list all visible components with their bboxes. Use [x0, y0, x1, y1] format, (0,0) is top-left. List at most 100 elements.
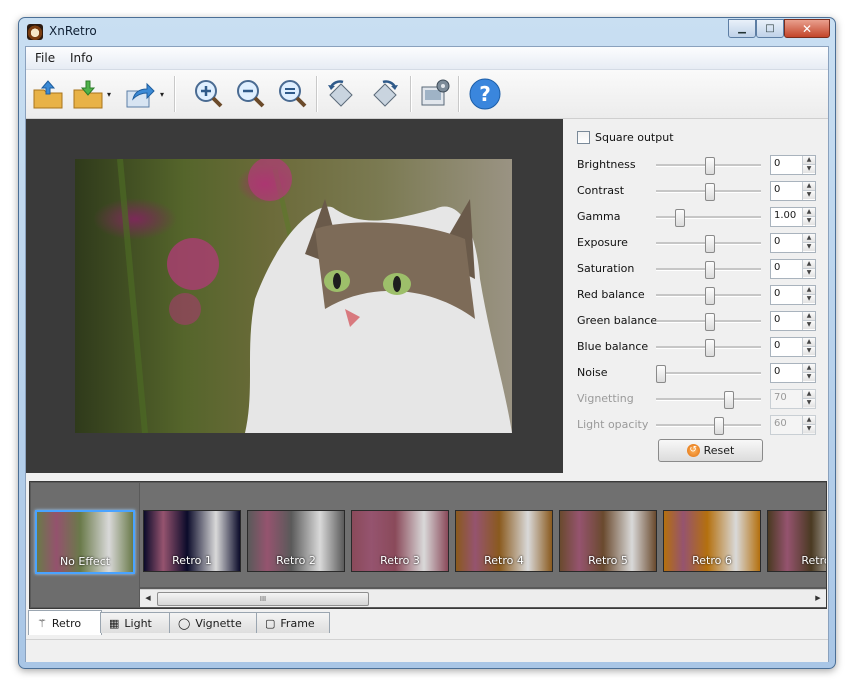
- slider-thumb[interactable]: [705, 313, 715, 331]
- spinbox-arrows: ▲ ▼: [802, 416, 815, 434]
- effect-thumbnail[interactable]: Retro 5: [559, 510, 657, 572]
- minimize-button[interactable]: ▁: [728, 19, 756, 38]
- help-button[interactable]: ?: [467, 76, 503, 112]
- spin-up-arrow-icon[interactable]: ▲: [803, 260, 815, 268]
- slider-label: Red balance: [577, 288, 645, 301]
- effect-label: Retro 4: [484, 554, 524, 567]
- reset-button[interactable]: ↺ Reset: [658, 439, 763, 462]
- horizontal-scrollbar[interactable]: ◀ III ▶: [140, 589, 826, 607]
- menu-info[interactable]: Info: [70, 51, 93, 65]
- spin-down-arrow-icon[interactable]: ▼: [803, 346, 815, 355]
- slider-thumb[interactable]: [705, 261, 715, 279]
- slider-label: Noise: [577, 366, 608, 379]
- app-icon: [27, 24, 43, 40]
- spin-up-arrow-icon[interactable]: ▲: [803, 208, 815, 216]
- value-spinbox[interactable]: 0 ▲ ▼: [770, 181, 816, 201]
- effect-thumbnail[interactable]: Retro 2: [247, 510, 345, 572]
- spin-up-arrow-icon[interactable]: ▲: [803, 286, 815, 294]
- spinbox-arrows: ▲ ▼: [802, 234, 815, 252]
- share-dropdown-arrow[interactable]: ▾: [160, 90, 164, 99]
- share-button[interactable]: [122, 76, 158, 112]
- no-effect-column: No Effect: [31, 483, 139, 607]
- effect-thumbnail[interactable]: No Effect: [35, 510, 135, 574]
- open-button[interactable]: [30, 76, 66, 112]
- maximize-button[interactable]: □: [756, 19, 784, 38]
- slider-thumb[interactable]: [675, 209, 685, 227]
- spin-down-arrow-icon[interactable]: ▼: [803, 372, 815, 381]
- slider-row-green-balance: Green balance 0 ▲ ▼: [577, 311, 822, 331]
- spin-down-arrow-icon[interactable]: ▼: [803, 164, 815, 173]
- tab-frame[interactable]: ▢ Frame: [256, 612, 330, 633]
- effect-label: No Effect: [59, 555, 111, 568]
- scroll-left-arrow[interactable]: ◀: [142, 592, 154, 604]
- spin-up-arrow-icon[interactable]: ▲: [803, 182, 815, 190]
- spin-up-arrow-icon[interactable]: ▲: [803, 338, 815, 346]
- spinbox-value: 1.00: [774, 210, 797, 221]
- rotate-left-button[interactable]: [323, 76, 359, 112]
- value-spinbox[interactable]: 0 ▲ ▼: [770, 233, 816, 253]
- tab-light[interactable]: ▦ Light: [100, 612, 170, 633]
- slider-thumb[interactable]: [705, 157, 715, 175]
- settings-button[interactable]: [417, 76, 453, 112]
- spin-down-arrow-icon[interactable]: ▼: [803, 216, 815, 225]
- spin-up-arrow-icon[interactable]: ▲: [803, 312, 815, 320]
- spin-down-arrow-icon[interactable]: ▼: [803, 268, 815, 277]
- effect-thumbnail[interactable]: Retro 3: [351, 510, 449, 572]
- toolbar-separator: [174, 76, 176, 112]
- slider-row-vignetting: Vignetting 70 ▲ ▼: [577, 389, 822, 409]
- slider-thumb[interactable]: [705, 339, 715, 357]
- value-spinbox[interactable]: 0 ▲ ▼: [770, 259, 816, 279]
- value-spinbox[interactable]: 0 ▲ ▼: [770, 363, 816, 383]
- effect-thumbnail[interactable]: Retro: [767, 510, 826, 572]
- spin-down-arrow-icon[interactable]: ▼: [803, 242, 815, 251]
- scroll-right-arrow[interactable]: ▶: [812, 592, 824, 604]
- slider-thumb[interactable]: [705, 235, 715, 253]
- effect-thumbnail[interactable]: Retro 4: [455, 510, 553, 572]
- save-button[interactable]: [70, 76, 106, 112]
- slider-track[interactable]: [656, 216, 761, 219]
- zoom-in-button[interactable]: [191, 76, 227, 112]
- spinbox-arrows: ▲ ▼: [802, 286, 815, 304]
- slider-label: Blue balance: [577, 340, 649, 353]
- spinbox-value: 0: [774, 366, 781, 377]
- effect-thumbnail[interactable]: Retro 6: [663, 510, 761, 572]
- slider-row-blue-balance: Blue balance 0 ▲ ▼: [577, 337, 822, 357]
- value-spinbox[interactable]: 0 ▲ ▼: [770, 285, 816, 305]
- settings-screen-icon: [421, 79, 450, 106]
- square-output-label: Square output: [595, 131, 674, 144]
- menu-file[interactable]: File: [35, 51, 55, 65]
- rotate-left-icon: [328, 80, 353, 107]
- slider-track[interactable]: [656, 372, 761, 375]
- zoom-fit-button[interactable]: [275, 76, 311, 112]
- slider-thumb[interactable]: [656, 365, 666, 383]
- spinbox-value: 0: [774, 340, 781, 351]
- spin-up-arrow-icon[interactable]: ▲: [803, 364, 815, 372]
- tab-vignette[interactable]: ◯ Vignette: [169, 612, 257, 633]
- value-spinbox[interactable]: 0 ▲ ▼: [770, 337, 816, 357]
- menu-bar: File Info: [26, 47, 828, 70]
- spin-up-arrow-icon[interactable]: ▲: [803, 156, 815, 164]
- zoom-out-button[interactable]: [233, 76, 269, 112]
- value-spinbox[interactable]: 1.00 ▲ ▼: [770, 207, 816, 227]
- scroll-thumb[interactable]: III: [157, 592, 369, 606]
- spin-up-arrow-icon[interactable]: ▲: [803, 234, 815, 242]
- value-spinbox[interactable]: 0 ▲ ▼: [770, 155, 816, 175]
- rotate-right-button[interactable]: [367, 76, 403, 112]
- save-dropdown-arrow[interactable]: ▾: [107, 90, 111, 99]
- spin-down-arrow-icon[interactable]: ▼: [803, 320, 815, 329]
- tab-label: Frame: [280, 616, 315, 630]
- slider-label: Exposure: [577, 236, 628, 249]
- reset-label: Reset: [703, 444, 735, 457]
- adjustments-panel: Square output Brightness 0 ▲ ▼ Contrast 0 ▲ ▼ Ga…: [565, 119, 828, 473]
- close-button[interactable]: ✕: [784, 19, 830, 38]
- spin-down-arrow-icon[interactable]: ▼: [803, 294, 815, 303]
- square-output-checkbox[interactable]: [577, 131, 590, 144]
- effect-thumbnail[interactable]: Retro 1: [143, 510, 241, 572]
- spin-down-arrow-icon[interactable]: ▼: [803, 190, 815, 199]
- slider-thumb[interactable]: [705, 287, 715, 305]
- slider-thumb[interactable]: [705, 183, 715, 201]
- value-spinbox[interactable]: 0 ▲ ▼: [770, 311, 816, 331]
- tab-retro[interactable]: ⚚ Retro: [28, 610, 102, 635]
- effect-label: Retro 5: [588, 554, 628, 567]
- title-bar[interactable]: XnRetro ▁ □ ✕: [19, 18, 835, 46]
